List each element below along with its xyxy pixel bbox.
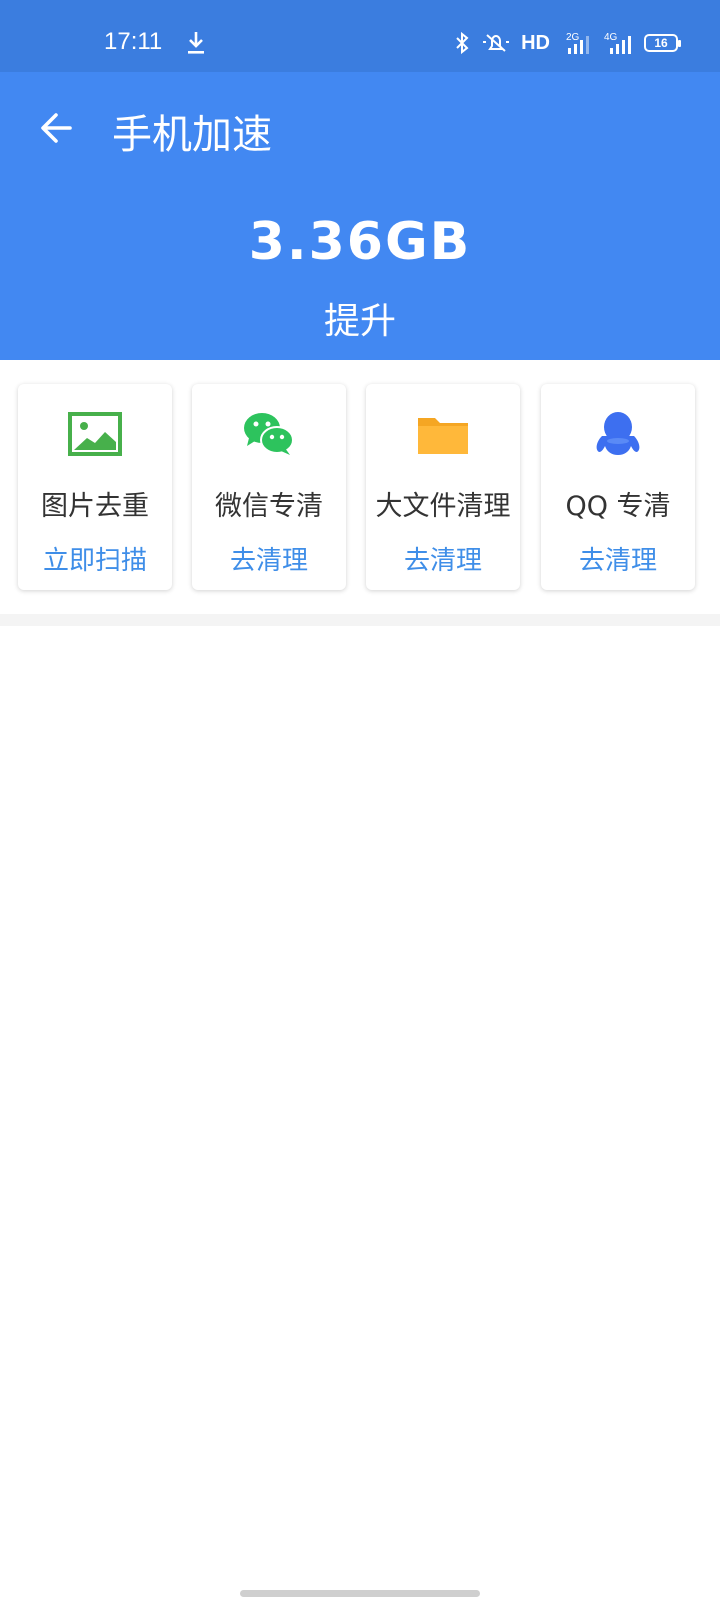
network-4g-label: 4G (604, 32, 618, 43)
tool-name: 大文件清理 (375, 491, 511, 522)
tool-name: QQ 专清 (565, 491, 671, 522)
tool-grid: 图片去重 立即扫描 微信专清 去清理 大文件清理 去清理 QQ 专清 去清理 (0, 384, 720, 590)
tool-action[interactable]: 去清理 (366, 540, 520, 577)
tool-name: 图片去重 (41, 491, 149, 522)
section-divider (0, 614, 720, 626)
bluetooth-icon (456, 31, 469, 55)
tool-action[interactable]: 立即扫描 (18, 540, 172, 577)
tool-card-qq-clean[interactable]: QQ 专清 去清理 (541, 384, 695, 590)
mute-bell-icon (483, 34, 510, 52)
battery-level: 16 (654, 36, 668, 50)
signal-4g-icon: 4G (604, 32, 631, 54)
network-2g-label: 2G (566, 32, 580, 43)
status-time: 17:11 (104, 28, 163, 55)
page-title: 手机加速 (112, 112, 272, 158)
boost-label: 提升 (323, 301, 396, 342)
tool-card-wechat-clean[interactable]: 微信专清 去清理 (192, 384, 346, 590)
signal-2g-icon: 2G (566, 32, 589, 54)
image-icon (68, 412, 122, 456)
boost-amount: 3.36GB (248, 212, 472, 272)
battery-icon: 16 (644, 34, 681, 52)
tool-card-image-dedupe[interactable]: 图片去重 立即扫描 (18, 384, 172, 590)
download-icon (188, 32, 204, 54)
tool-action[interactable]: 去清理 (192, 540, 346, 577)
home-indicator[interactable] (240, 1590, 480, 1597)
folder-icon (418, 418, 468, 454)
tool-card-large-file-clean[interactable]: 大文件清理 去清理 (366, 384, 520, 590)
status-icons: HD 2G 4G 16 (453, 28, 681, 58)
header: 手机加速 3.36GB 提升 (0, 72, 720, 360)
tool-name: 微信专清 (215, 491, 323, 522)
qq-icon (596, 412, 640, 455)
status-bar: 17:11 HD 2G 4G 16 (0, 0, 720, 72)
wechat-icon (244, 413, 294, 455)
hd-indicator: HD (521, 31, 550, 54)
back-arrow-icon[interactable] (36, 108, 76, 148)
tool-action[interactable]: 去清理 (541, 540, 695, 577)
